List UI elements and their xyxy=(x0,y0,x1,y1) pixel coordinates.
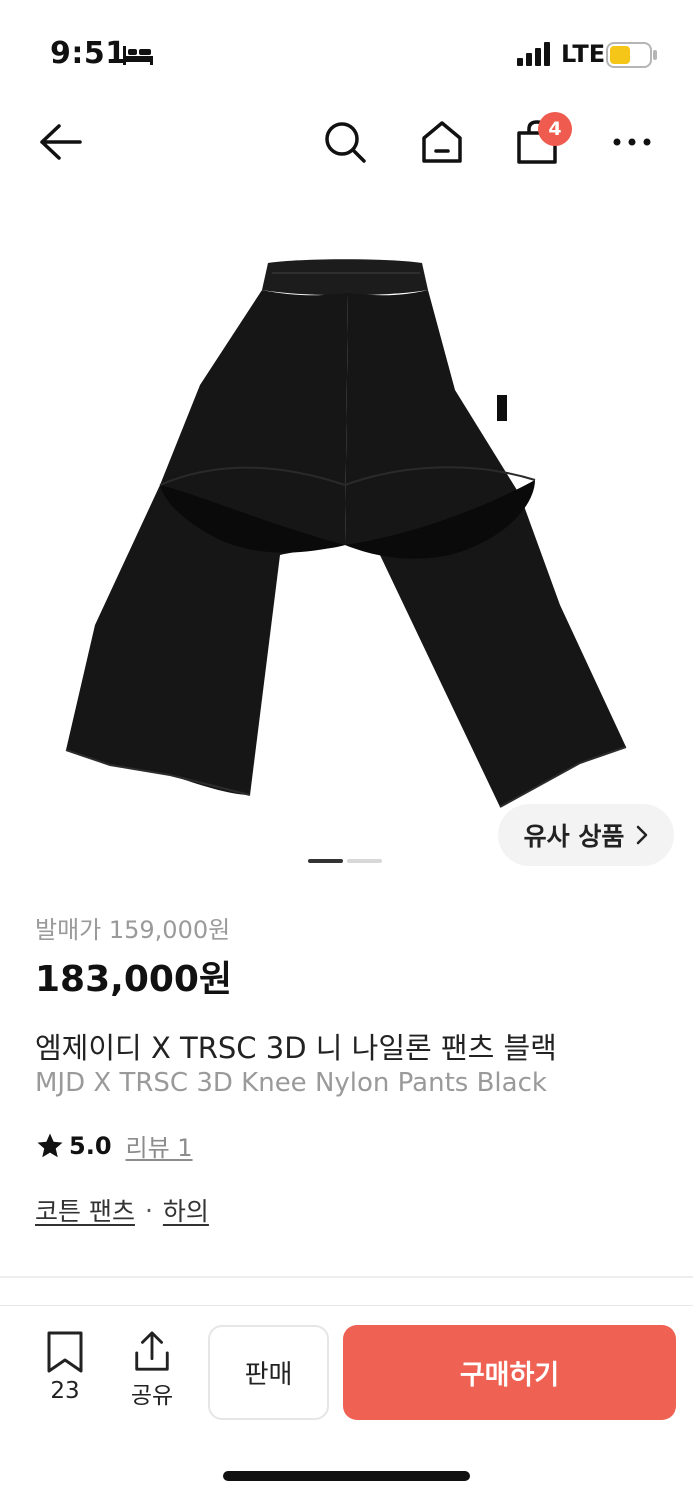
home-indicator xyxy=(223,1471,470,1481)
bed-icon xyxy=(123,46,153,65)
carousel-dot-active[interactable] xyxy=(308,859,343,863)
home-button[interactable] xyxy=(410,100,474,184)
bookmark-button[interactable]: 23 xyxy=(30,1330,100,1410)
signal-icon xyxy=(517,42,550,66)
bookmark-icon xyxy=(47,1331,83,1373)
category-breadcrumb: 코튼 팬츠 · 하의 xyxy=(35,1192,209,1228)
carousel-indicator xyxy=(308,859,382,863)
home-icon xyxy=(422,121,462,163)
category-link-bottoms[interactable]: 하의 xyxy=(163,1192,209,1228)
sell-button[interactable]: 판매 xyxy=(208,1325,329,1420)
product-name-en: MJD X TRSC 3D Knee Nylon Pants Black xyxy=(35,1068,547,1098)
status-bar: 9:51 LTE xyxy=(0,0,693,100)
black-pants-photo[interactable] xyxy=(0,195,693,865)
buy-button[interactable]: 구매하기 xyxy=(343,1325,676,1420)
product-name-ko: 엠제이디 X TRSC 3D 니 나일론 팬츠 블랙 xyxy=(35,1031,557,1065)
category-separator: · xyxy=(144,1195,153,1225)
rating-row: 5.0 리뷰 1 xyxy=(35,1128,193,1163)
search-icon xyxy=(325,122,366,163)
search-button[interactable] xyxy=(313,100,377,184)
share-button[interactable]: 공유 xyxy=(117,1330,187,1410)
top-nav xyxy=(0,100,693,184)
carousel-dot[interactable] xyxy=(347,859,382,863)
product-price: 183,000원 xyxy=(35,959,233,1000)
share-label: 공유 xyxy=(130,1383,174,1409)
section-divider xyxy=(0,1276,693,1278)
chevron-right-icon xyxy=(637,825,648,845)
rating-value: 5.0 xyxy=(69,1131,112,1160)
network-label: LTE xyxy=(561,40,606,68)
similar-products-label: 유사 상품 xyxy=(523,822,625,851)
category-link-cotton-pants[interactable]: 코튼 팬츠 xyxy=(35,1192,135,1228)
share-icon xyxy=(135,1331,169,1371)
star-icon xyxy=(37,1133,63,1157)
back-button[interactable] xyxy=(28,100,92,184)
back-arrow-icon xyxy=(40,124,82,160)
bookmark-count: 23 xyxy=(50,1378,80,1404)
more-icon xyxy=(613,138,651,146)
cart-count-badge: 4 xyxy=(538,112,572,146)
status-time: 9:51 xyxy=(50,36,127,71)
similar-products-button[interactable]: 유사 상품 xyxy=(498,804,674,866)
more-button[interactable] xyxy=(600,100,664,184)
release-price: 발매가 159,000원 xyxy=(35,916,231,944)
battery-icon xyxy=(606,42,657,68)
review-link[interactable]: 리뷰 1 xyxy=(126,1128,193,1163)
